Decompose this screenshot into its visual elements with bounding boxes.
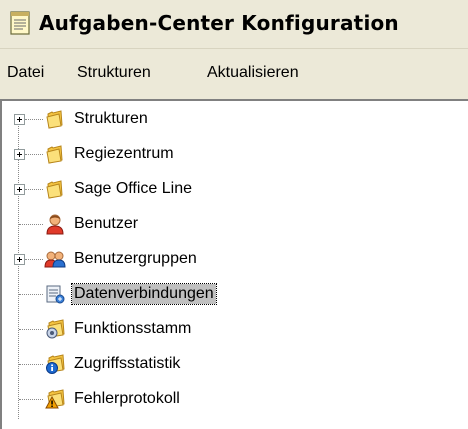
tree-item-datenverbindungen[interactable]: Datenverbindungen — [2, 279, 462, 309]
user-icon — [46, 214, 64, 235]
tree-branch-line — [19, 399, 43, 400]
expand-icon[interactable] — [14, 114, 25, 125]
user-group-icon — [44, 251, 66, 268]
tree-item-strukturen[interactable]: Strukturen — [2, 104, 462, 134]
tree-item-label: Regiezentrum — [74, 145, 174, 162]
tree-item-label: Datenverbindungen — [71, 283, 217, 305]
folder-icon — [46, 145, 63, 164]
expand-icon[interactable] — [14, 184, 25, 195]
tree-branch-line — [25, 259, 43, 260]
tree-item-zugriffsstatistik[interactable]: Zugriffsstatistik — [2, 349, 462, 379]
tree-item-label: Fehlerprotokoll — [74, 390, 180, 407]
tree-branch-line — [19, 294, 43, 295]
tree-item-benutzer[interactable]: Benutzer — [2, 209, 462, 239]
tree-branch-line — [25, 154, 43, 155]
expand-icon[interactable] — [14, 149, 25, 160]
tree-item-benutzergruppen[interactable]: Benutzergruppen — [2, 244, 462, 274]
function-folder-icon — [46, 319, 65, 339]
window-title: Aufgaben-Center Konfiguration — [39, 11, 399, 35]
tree-item-funktionsstamm[interactable]: Funktionsstamm — [2, 314, 462, 344]
menu-aktualisieren[interactable]: Aktualisieren — [205, 63, 301, 83]
menu-strukturen[interactable]: Strukturen — [75, 63, 153, 83]
tree-item-label: Benutzer — [74, 215, 139, 232]
expand-icon[interactable] — [14, 254, 25, 265]
tree-branch-line — [19, 329, 43, 330]
tree-branch-line — [25, 119, 43, 120]
warning-folder-icon — [45, 389, 65, 409]
tree-view[interactable]: Strukturen Regiezentrum Sage Office Line… — [0, 99, 468, 429]
tree-item-regiezentrum[interactable]: Regiezentrum — [2, 139, 462, 169]
tree-item-fehlerprotokoll[interactable]: Fehlerprotokoll — [2, 384, 462, 414]
tree-item-label: Benutzergruppen — [74, 250, 197, 267]
title-bar[interactable]: Aufgaben-Center Konfiguration — [0, 0, 468, 48]
menu-bar: Datei Strukturen Aktualisieren — [0, 48, 468, 99]
tree-item-label: Zugriffsstatistik — [74, 355, 181, 372]
folder-icon — [46, 180, 63, 199]
menu-datei[interactable]: Datei — [5, 63, 46, 83]
data-connection-icon — [46, 285, 65, 304]
tree-branch-line — [25, 189, 43, 190]
notepad-icon — [10, 11, 30, 35]
tree-item-label: Strukturen — [74, 110, 148, 127]
tree-branch-line — [19, 364, 43, 365]
info-folder-icon — [46, 354, 65, 374]
folder-icon — [46, 110, 63, 129]
tree-item-sage-office-line[interactable]: Sage Office Line — [2, 174, 462, 204]
tree-item-label: Sage Office Line — [74, 180, 193, 197]
tree-branch-line — [19, 224, 43, 225]
tree-item-label: Funktionsstamm — [74, 320, 192, 337]
